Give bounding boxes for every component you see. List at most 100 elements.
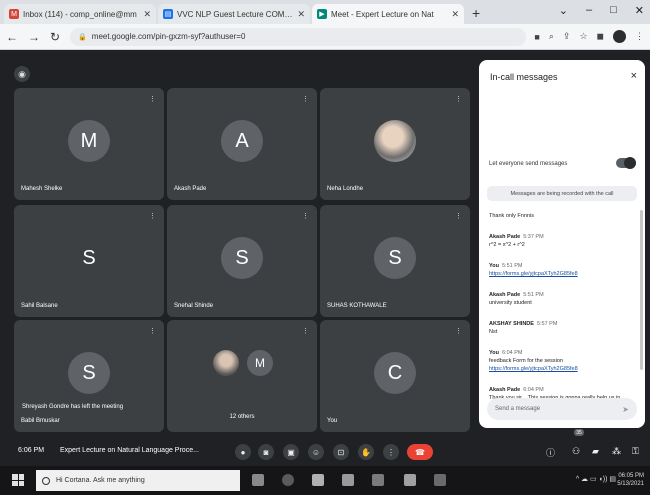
star-icon[interactable]: ☆	[579, 31, 587, 42]
forward-icon[interactable]: →	[28, 30, 40, 44]
browser-app-icon[interactable]	[404, 474, 416, 486]
message-time: 6:04 PM	[523, 387, 544, 393]
recording-notice: Messages are being recorded with the cal…	[487, 186, 637, 201]
extensions-icon[interactable]: ◼	[597, 31, 604, 42]
meeting-details-icon[interactable]: ◉	[14, 66, 30, 82]
raise-hand-icon[interactable]: ✋	[358, 444, 374, 460]
toggle-label: Let everyone send messages	[489, 161, 568, 167]
meet-icon: ▶	[317, 9, 327, 19]
browser-tab-doc[interactable]: ▤ VVC NLP Guest Lecture COMP A ✕	[158, 4, 310, 24]
more-options-icon[interactable]: ⋮	[302, 212, 309, 220]
windows-taskbar: Hi Cortana. Ask me anything ^ ☁ ▭ ◖)) ▤ …	[0, 466, 650, 495]
close-tab-icon[interactable]: ✕	[297, 9, 305, 20]
people-icon[interactable]: ⚇	[572, 446, 580, 457]
message-sender: Akash Pade	[489, 387, 521, 393]
more-options-icon[interactable]: ⋮	[455, 95, 462, 103]
gmail-icon: M	[9, 9, 19, 19]
task-view-icon[interactable]	[252, 474, 264, 486]
avatar: M	[247, 350, 273, 376]
cortana-placeholder: Hi Cortana. Ask me anything	[56, 477, 145, 484]
activities-icon[interactable]: ⁂	[612, 446, 621, 457]
cortana-search-box[interactable]: Hi Cortana. Ask me anything	[36, 470, 240, 491]
more-options-icon[interactable]: ⋮	[149, 327, 156, 335]
self-tile[interactable]: ⋮ C You	[320, 320, 470, 432]
zoom-icon[interactable]: ⌕	[549, 31, 554, 42]
more-options-icon[interactable]: ⋮	[149, 95, 156, 103]
leave-call-icon[interactable]: ☎	[407, 444, 433, 460]
participant-tile[interactable]: ⋮ Neha Londhe	[320, 88, 470, 200]
profile-avatar[interactable]	[613, 30, 626, 43]
more-options-icon[interactable]: ⋮	[455, 327, 462, 335]
info-icon[interactable]: ⓘ	[546, 446, 555, 459]
close-window-icon[interactable]: ✕	[635, 4, 644, 17]
more-options-icon[interactable]: ⋮	[302, 95, 309, 103]
message-sender: You	[489, 263, 499, 269]
close-tab-icon[interactable]: ✕	[143, 9, 151, 20]
chat-message: Akash Pade 5:51 PM university student	[489, 291, 635, 307]
participant-tile[interactable]: ⋮ S Snehal Shinde	[167, 205, 317, 317]
clock-time: 06:05 PM	[618, 473, 644, 479]
more-options-icon[interactable]: ⋮	[149, 212, 156, 220]
participant-tile[interactable]: ⋮ A Akash Pade	[167, 88, 317, 200]
participant-tile[interactable]: ⋮ S SUHAS KOTHAWALE	[320, 205, 470, 317]
app-icon[interactable]	[434, 474, 446, 486]
windows-start-icon[interactable]	[12, 474, 24, 486]
reload-icon[interactable]: ↻	[50, 30, 60, 44]
minimize-icon[interactable]: –	[586, 4, 592, 17]
participant-name: Neha Londhe	[327, 186, 364, 192]
more-options-icon[interactable]: ⋮	[455, 212, 462, 220]
tab-search-icon[interactable]: ⌄	[559, 4, 568, 17]
back-icon[interactable]: ←	[6, 30, 18, 44]
send-messages-toggle[interactable]	[616, 157, 636, 169]
close-tab-icon[interactable]: ✕	[451, 9, 459, 20]
present-icon[interactable]: ⊡	[333, 444, 349, 460]
more-options-icon[interactable]: ⋮	[383, 444, 399, 460]
address-bar: ← → ↻ 🔒 meet.google.com/pin-gxzm-syf?aut…	[0, 24, 650, 50]
close-icon[interactable]: ×	[631, 70, 637, 82]
others-count: 12 others	[229, 414, 255, 420]
send-message-input[interactable]: Send a message ➤	[487, 398, 637, 420]
chrome-icon[interactable]	[282, 474, 294, 486]
participant-tile[interactable]: ⋮ S Shreyash Gondre has left the meeting…	[14, 320, 164, 432]
share-icon[interactable]: ⇪	[563, 31, 571, 42]
cortana-icon	[42, 476, 50, 485]
microphone-icon[interactable]: ●	[235, 444, 251, 460]
chat-icon[interactable]: ▰	[592, 446, 599, 457]
message-link[interactable]: https://forms.gle/yjtcpaXTyh2G85fe8	[489, 365, 635, 373]
browser-tab-gmail[interactable]: M Inbox (114) - comp_online@mm ✕	[4, 4, 156, 24]
new-tab-button[interactable]: +	[472, 5, 480, 21]
participant-count-badge: 35	[574, 429, 584, 436]
avatar: S	[68, 237, 110, 279]
host-controls-icon[interactable]: ⚿	[632, 446, 639, 457]
more-options-icon[interactable]: ⋮	[302, 327, 309, 335]
url-field[interactable]: 🔒 meet.google.com/pin-gxzm-syf?authuser=…	[70, 27, 527, 46]
more-icon[interactable]: ⋮	[635, 31, 644, 42]
file-explorer-icon[interactable]	[312, 474, 324, 486]
avatar-photo	[374, 120, 416, 162]
camera-off-icon[interactable]: ◙	[258, 444, 274, 460]
captions-icon[interactable]: ▣	[283, 444, 299, 460]
message-sender: You	[489, 350, 499, 356]
url-text: meet.google.com/pin-gxzm-syf?authuser=0	[91, 32, 246, 41]
browser-tab-meet[interactable]: ▶ Meet - Expert Lecture on Nat ✕	[312, 4, 464, 24]
chat-message: Akash Pade 5:37 PM r^2 = x^2 + r^2	[489, 233, 635, 249]
maximize-icon[interactable]: □	[610, 4, 617, 17]
system-tray-icons[interactable]: ^ ☁ ▭ ◖)) ▤	[576, 475, 616, 483]
others-tile[interactable]: ⋮ M 12 others	[167, 320, 317, 432]
participant-tile[interactable]: ⋮ M Mahesh Shelke	[14, 88, 164, 200]
mail-icon[interactable]	[372, 474, 384, 486]
doc-icon: ▤	[163, 9, 173, 19]
participant-tile[interactable]: ⋮ S Sahil Balsane	[14, 205, 164, 317]
send-icon[interactable]: ➤	[622, 405, 629, 414]
taskbar-clock[interactable]: 06:05 PM 5/13/2021	[617, 472, 644, 488]
store-icon[interactable]	[342, 474, 354, 486]
participant-name: Sahil Balsane	[21, 303, 58, 309]
participant-name: SUHAS KOTHAWALE	[327, 303, 387, 309]
scrollbar[interactable]	[640, 210, 643, 370]
emoji-icon[interactable]: ☺	[308, 444, 324, 460]
message-link[interactable]: https://forms.gle/yjtcpaXTyh2G85fe8	[489, 270, 635, 278]
lock-icon[interactable]: 🔒	[78, 33, 87, 41]
camera-icon[interactable]: ■	[534, 32, 539, 42]
tab-title: Inbox (114) - comp_online@mm	[23, 9, 137, 19]
message-time: 5:51 PM	[501, 263, 523, 269]
